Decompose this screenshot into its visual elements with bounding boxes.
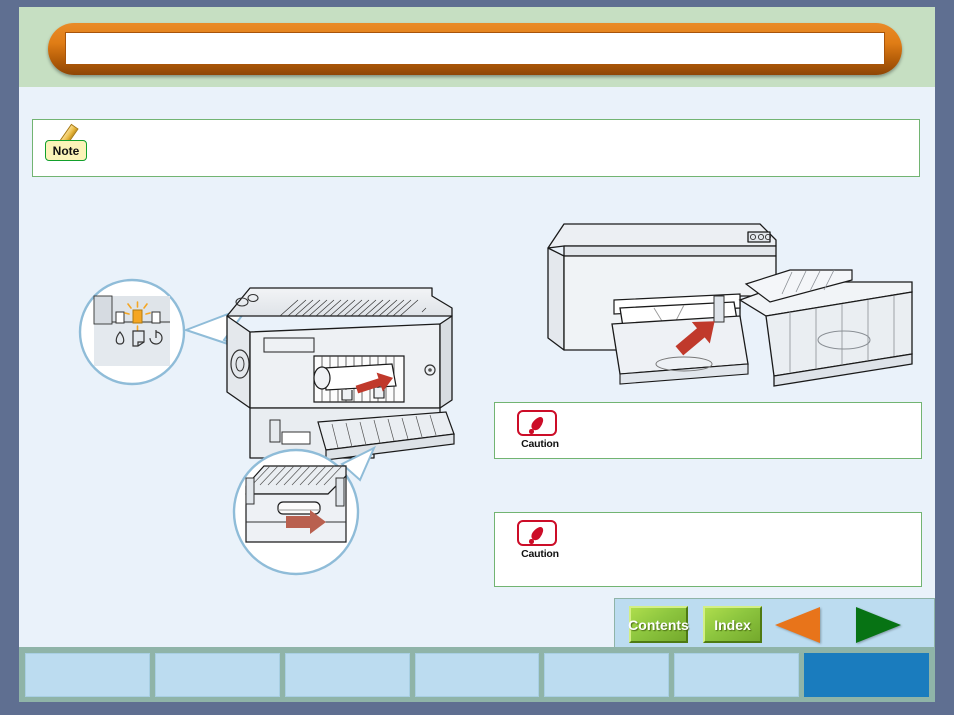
tab-3[interactable] xyxy=(284,652,410,697)
control-panel-lights-callout xyxy=(78,278,186,386)
page-inner: Note Caution Caution Contents Index xyxy=(19,7,935,702)
note-badge: Note xyxy=(43,123,95,166)
caution-label: Caution xyxy=(521,438,559,450)
exclamation-icon xyxy=(517,410,557,436)
caution-badge: Caution xyxy=(513,520,567,564)
tab-6[interactable] xyxy=(674,652,800,697)
triangle-left-icon[interactable] xyxy=(775,607,820,643)
caution-box-2: Caution xyxy=(494,512,922,587)
contents-button[interactable]: Contents xyxy=(628,606,689,643)
caution-box-1: Caution xyxy=(494,402,922,459)
rear-cover-lever-callout xyxy=(232,445,377,576)
exclamation-icon xyxy=(517,520,557,546)
tab-4[interactable] xyxy=(414,652,540,697)
caution-label: Caution xyxy=(521,548,559,560)
tab-2[interactable] xyxy=(154,652,280,697)
title-pill xyxy=(48,23,902,75)
exclamation-dot xyxy=(529,539,534,544)
bottom-tab-strip xyxy=(19,647,935,702)
printer-rear-diagram xyxy=(74,272,474,582)
page-title xyxy=(65,32,885,65)
tab-5[interactable] xyxy=(544,652,670,697)
header-band xyxy=(19,7,935,87)
printer-front-diagram xyxy=(534,212,924,397)
tab-7[interactable] xyxy=(804,652,930,697)
tab-1[interactable] xyxy=(25,652,150,697)
index-button[interactable]: Index xyxy=(703,606,762,643)
content-area: Note Caution Caution Contents Index xyxy=(19,87,935,650)
note-box: Note xyxy=(32,119,920,177)
caution-badge: Caution xyxy=(513,410,567,454)
triangle-right-icon[interactable] xyxy=(856,607,901,643)
navigation-bar: Contents Index xyxy=(614,598,935,650)
exclamation-dot xyxy=(529,429,534,434)
note-label: Note xyxy=(45,140,87,161)
manual-page: Note Caution Caution Contents Index xyxy=(0,0,954,715)
